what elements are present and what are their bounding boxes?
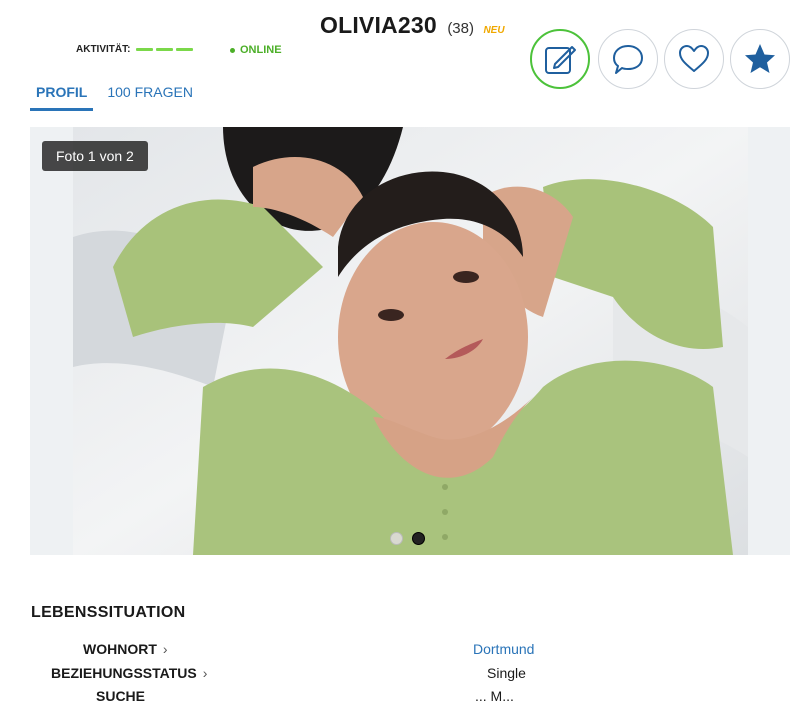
online-dot-icon xyxy=(230,47,235,53)
heart-icon xyxy=(679,45,709,72)
message-button[interactable] xyxy=(598,29,658,89)
profile-tabs: PROFIL 100 FRAGEN xyxy=(30,84,207,111)
row-value-beziehungsstatus: Single xyxy=(487,665,526,681)
row-value-wohnort[interactable]: Dortmund xyxy=(473,641,534,657)
activity-bar xyxy=(136,48,154,51)
row-label-wohnort[interactable]: WOHNORT › xyxy=(83,641,168,657)
favorite-button[interactable] xyxy=(730,29,790,89)
chevron-right-icon: › xyxy=(202,665,208,681)
username: OLIVIA230 xyxy=(320,12,437,38)
row-label-text: BEZIEHUNGSSTATUS xyxy=(51,665,197,681)
edit-icon xyxy=(545,46,576,74)
activity-bars xyxy=(136,48,196,51)
online-status: ONLINE xyxy=(230,44,282,56)
photo-dot-2[interactable] xyxy=(412,532,425,545)
row-label-text: WOHNORT xyxy=(83,641,157,657)
chat-bubble-icon xyxy=(613,45,643,74)
profile-header: OLIVIA230 (38) NEU xyxy=(320,12,505,39)
row-label-text: SUCHE xyxy=(96,688,146,704)
photo-counter: Foto 1 von 2 xyxy=(42,141,148,171)
row-value-suche: ... M... xyxy=(475,688,514,704)
age: (38) xyxy=(447,20,474,37)
row-label-beziehungsstatus[interactable]: BEZIEHUNGSSTATUS › xyxy=(51,665,207,681)
star-icon xyxy=(745,44,775,73)
activity-indicator: AKTIVITÄT: xyxy=(76,44,196,55)
photo-carousel[interactable]: Foto 1 von 2 xyxy=(30,127,790,555)
section-title-lebenssituation: LEBENSSITUATION xyxy=(31,604,186,621)
tab-100-fragen[interactable]: 100 FRAGEN xyxy=(101,84,199,111)
activity-bar xyxy=(156,48,174,51)
profile-photo-image xyxy=(73,127,748,555)
new-badge: NEU xyxy=(483,25,505,36)
photo-pagination xyxy=(390,532,434,545)
like-button[interactable] xyxy=(664,29,724,89)
chevron-right-icon: › xyxy=(162,641,168,657)
row-label-suche[interactable]: SUCHE xyxy=(96,688,145,704)
edit-note-button[interactable] xyxy=(530,29,590,89)
tab-profil[interactable]: PROFIL xyxy=(30,84,94,111)
photo-dot-1[interactable] xyxy=(390,532,403,545)
profile-photo[interactable] xyxy=(73,127,748,555)
activity-bar xyxy=(176,48,194,51)
activity-label: AKTIVITÄT: xyxy=(76,44,131,55)
online-label: ONLINE xyxy=(240,44,282,56)
